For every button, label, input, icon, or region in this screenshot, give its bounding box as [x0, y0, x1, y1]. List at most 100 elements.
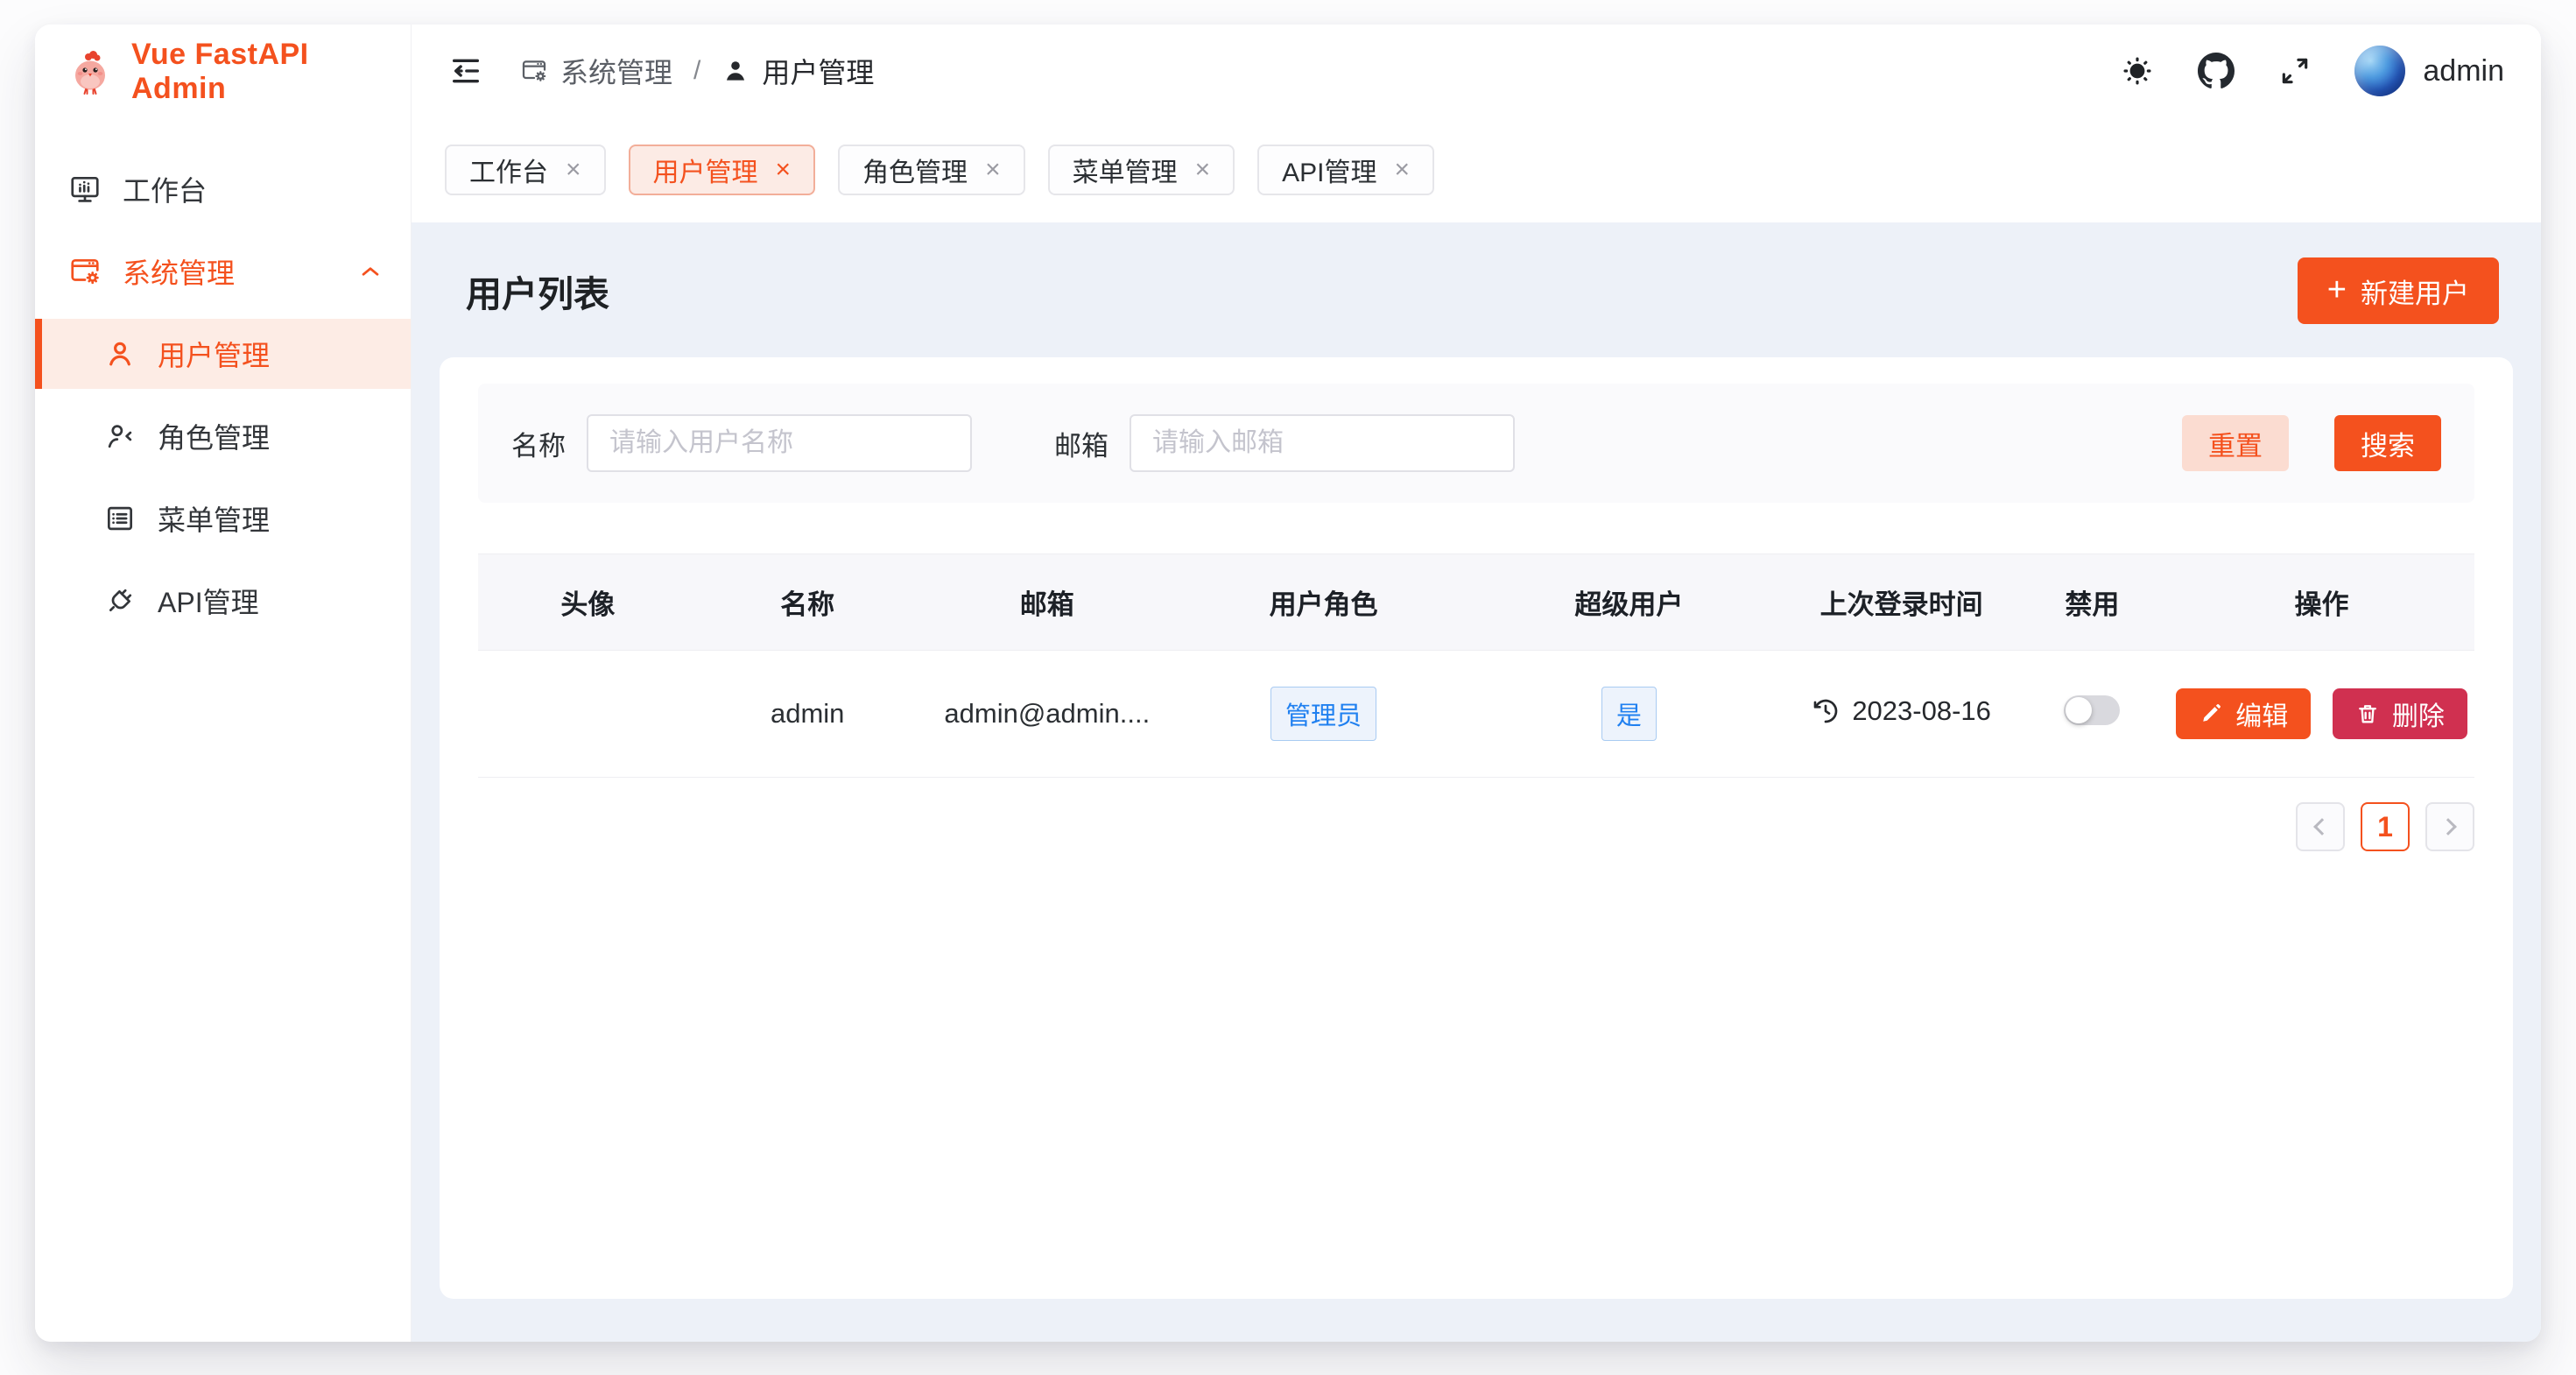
sidebar-item-label: 工作台 — [123, 169, 207, 209]
cell-name: admin — [698, 651, 918, 778]
page-title: 用户列表 — [466, 264, 609, 317]
sidebar-menu: 工作台 系统管理 — [35, 119, 411, 648]
tab-menus[interactable]: 菜单管理 × — [1048, 145, 1235, 195]
avatar — [2354, 46, 2405, 96]
monitor-icon — [68, 173, 102, 206]
sidebar-collapse-icon[interactable] — [447, 52, 485, 90]
sidebar-item-roles[interactable]: 角色管理 — [35, 401, 411, 471]
last-login-value: 2023-08-16 — [1852, 695, 1991, 727]
tab-close-icon[interactable]: × — [1195, 157, 1211, 183]
edit-button[interactable]: 编辑 — [2176, 688, 2311, 739]
sidebar-item-users[interactable]: 用户管理 — [35, 319, 411, 389]
next-page-button[interactable] — [2425, 802, 2474, 851]
sidebar-item-system[interactable]: 系统管理 — [35, 236, 411, 307]
system-gear-icon — [68, 255, 102, 288]
content-area: 用户列表 + 新建用户 名称 邮箱 重置 搜索 — [412, 222, 2541, 1342]
search-panel: 名称 邮箱 重置 搜索 — [478, 384, 2474, 503]
name-field-label: 名称 — [511, 424, 566, 463]
sidebar-item-label: 菜单管理 — [158, 498, 270, 539]
role-icon — [103, 420, 137, 453]
chevron-up-icon — [356, 257, 384, 286]
reset-button[interactable]: 重置 — [2182, 415, 2289, 471]
superuser-tag: 是 — [1601, 687, 1657, 741]
role-tag: 管理员 — [1270, 687, 1376, 741]
sidebar-item-label: 角色管理 — [158, 416, 270, 456]
email-field-label: 邮箱 — [1054, 424, 1109, 463]
tab-close-icon[interactable]: × — [776, 157, 792, 183]
sidebar-item-label: 用户管理 — [158, 334, 270, 374]
new-user-button-label: 新建用户 — [2361, 271, 2469, 311]
tab-close-icon[interactable]: × — [985, 157, 1001, 183]
theme-toggle-sun-icon[interactable] — [2118, 52, 2157, 90]
sidebar-item-api[interactable]: API管理 — [35, 566, 411, 636]
top-header: 系统管理 / 用户管理 — [412, 25, 2541, 117]
sidebar-item-label: API管理 — [158, 581, 259, 621]
breadcrumb-separator: / — [688, 56, 706, 86]
tab-workbench[interactable]: 工作台 × — [445, 145, 606, 195]
topbar-actions: admin — [2118, 46, 2504, 96]
breadcrumb-item-system[interactable]: 系统管理 — [520, 51, 672, 91]
disabled-toggle[interactable] — [2064, 695, 2120, 725]
delete-button-label: 删除 — [2392, 695, 2445, 733]
cell-superuser: 是 — [1470, 651, 1788, 778]
sidebar: Vue FastAPI Admin 工作台 — [35, 25, 412, 1342]
delete-button[interactable]: 删除 — [2333, 688, 2467, 739]
trash-icon — [2355, 702, 2380, 726]
chevron-left-icon — [2313, 818, 2331, 836]
fullscreen-icon[interactable] — [2276, 52, 2314, 90]
plus-icon: + — [2327, 273, 2347, 307]
tab-label: 角色管理 — [862, 151, 968, 189]
table-row: admin admin@admin.... 管理员 是 — [478, 651, 2474, 778]
tab-label: API管理 — [1282, 151, 1376, 189]
content-header: 用户列表 + 新建用户 — [412, 222, 2541, 357]
column-superuser: 超级用户 — [1470, 554, 1788, 651]
clock-history-icon — [1812, 697, 1840, 725]
breadcrumb: 系统管理 / 用户管理 — [520, 51, 874, 91]
sidebar-item-label: 系统管理 — [123, 251, 235, 292]
github-icon[interactable] — [2197, 52, 2235, 90]
tab-users[interactable]: 用户管理 × — [629, 145, 816, 195]
column-avatar: 头像 — [478, 554, 698, 651]
tab-bar: 工作台 × 用户管理 × 角色管理 × 菜单管理 × API管理 × — [412, 117, 2541, 222]
edit-button-label: 编辑 — [2235, 695, 2288, 733]
cell-role: 管理员 — [1177, 651, 1470, 778]
user-list-card: 名称 邮箱 重置 搜索 — [440, 357, 2513, 1299]
table-header-row: 头像 名称 邮箱 用户角色 超级用户 上次登录时间 禁用 操作 — [478, 554, 2474, 651]
tab-api[interactable]: API管理 × — [1257, 145, 1434, 195]
tab-close-icon[interactable]: × — [566, 157, 581, 183]
cell-avatar — [478, 651, 698, 778]
app-title: Vue FastAPI Admin — [131, 38, 411, 106]
search-button[interactable]: 搜索 — [2334, 415, 2441, 471]
chevron-right-icon — [2439, 818, 2457, 836]
users-table: 头像 名称 邮箱 用户角色 超级用户 上次登录时间 禁用 操作 — [478, 554, 2474, 778]
cell-last-login: 2023-08-16 — [1788, 651, 2016, 778]
plug-icon — [103, 584, 137, 617]
breadcrumb-label: 用户管理 — [762, 51, 874, 91]
chicken-logo-icon — [65, 46, 116, 97]
user-menu[interactable]: admin — [2354, 46, 2504, 96]
name-search-input[interactable] — [587, 414, 972, 472]
tab-roles[interactable]: 角色管理 × — [838, 145, 1025, 195]
email-search-input[interactable] — [1130, 414, 1515, 472]
new-user-button[interactable]: + 新建用户 — [2298, 257, 2499, 324]
sidebar-item-workbench[interactable]: 工作台 — [35, 154, 411, 224]
prev-page-button[interactable] — [2296, 802, 2345, 851]
app-logo[interactable]: Vue FastAPI Admin — [35, 25, 411, 119]
breadcrumb-item-users[interactable]: 用户管理 — [721, 51, 874, 91]
tab-label: 菜单管理 — [1073, 151, 1178, 189]
username: admin — [2423, 54, 2504, 88]
page-number-1[interactable]: 1 — [2361, 802, 2410, 851]
tab-label: 用户管理 — [653, 151, 758, 189]
cell-disabled — [2016, 651, 2170, 778]
column-role: 用户角色 — [1177, 554, 1470, 651]
sidebar-item-menus[interactable]: 菜单管理 — [35, 483, 411, 554]
column-name: 名称 — [698, 554, 918, 651]
menu-list-icon — [103, 502, 137, 535]
tab-label: 工作台 — [469, 151, 548, 189]
column-disabled: 禁用 — [2016, 554, 2170, 651]
breadcrumb-label: 系统管理 — [560, 51, 672, 91]
tab-close-icon[interactable]: × — [1394, 157, 1410, 183]
column-actions: 操作 — [2169, 554, 2474, 651]
user-icon — [103, 337, 137, 370]
main-area: 系统管理 / 用户管理 — [412, 25, 2541, 1342]
